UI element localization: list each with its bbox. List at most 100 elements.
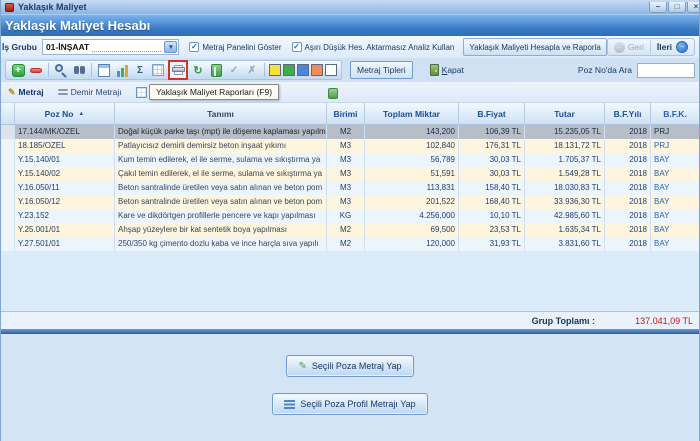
cell-poz[interactable]: Y.16.050/11 [15,181,115,195]
cell-tutar[interactable]: 15.235,05 TL [525,125,605,139]
cell-tanim[interactable]: 250/350 kg çimento dozlu kaba ve ince ha… [115,237,327,251]
cell-poz[interactable]: 17.144/MK/OZEL [15,125,115,139]
cell-poz[interactable]: Y.16.050/12 [15,195,115,209]
cell-bfiyat[interactable]: 158,40 TL [459,181,525,195]
header-birimi[interactable]: Birimi [327,103,365,125]
color-square-orange[interactable] [311,64,323,76]
cell-miktar[interactable]: 113,831 [365,181,459,195]
cell-tutar[interactable]: 33.936,30 TL [525,195,605,209]
secili-poza-metraj-button[interactable]: ✎ Seçili Poza Metraj Yap [286,355,414,377]
geri-button[interactable]: ← Geri [608,41,650,53]
cell-bfk[interactable]: BAY [651,153,699,167]
cell-tanim[interactable]: Çakıl temin edilerek, el ile serme, sula… [115,167,327,181]
poz-no-search-input[interactable] [637,62,695,78]
header-bfk[interactable]: B.F.K. [651,103,699,125]
cell-yil[interactable]: 2018 [605,209,651,223]
tab-fragment-icon[interactable] [328,88,338,99]
cell-poz[interactable]: Y.15.140/02 [15,167,115,181]
checkbox-check-icon[interactable]: ✓ [291,42,302,52]
cell-bfk[interactable]: BAY [651,237,699,251]
cell-bfiyat[interactable]: 176,31 TL [459,139,525,153]
grid-button[interactable] [150,62,166,78]
header-bfiyat[interactable]: B.Fiyat [459,103,525,125]
refresh-button[interactable]: ↻ [190,62,206,78]
checkbox-check-icon[interactable]: ✓ [189,42,200,52]
cell-bfk[interactable]: PRJ [651,139,699,153]
cell-poz[interactable]: Y.15.140/01 [15,153,115,167]
cell-yil[interactable]: 2018 [605,153,651,167]
cell-miktar[interactable]: 143,200 [365,125,459,139]
combo-dropdown-icon[interactable]: ▾ [164,41,178,53]
cell-bfiyat[interactable]: 30,03 TL [459,153,525,167]
is-grubu-combobox[interactable]: 01-İNŞAAT ▾ [41,39,180,55]
cell-bfiyat[interactable]: 31,93 TL [459,237,525,251]
cell-miktar[interactable]: 201,522 [365,195,459,209]
color-square-white[interactable] [325,64,337,76]
cell-tanim[interactable]: Kum temin edilerek, el ile serme, sulama… [115,153,327,167]
cell-tutar[interactable]: 1.549,28 TL [525,167,605,181]
cell-yil[interactable]: 2018 [605,195,651,209]
chart-button[interactable] [114,62,130,78]
cell-tutar[interactable]: 42.985,60 TL [525,209,605,223]
header-tutar[interactable]: Tutar [525,103,605,125]
cell-poz[interactable]: Y.23.152 [15,209,115,223]
cell-tanim[interactable]: Kare ve dikdörtgen profillerle pencere v… [115,209,327,223]
minimize-icon[interactable]: – [649,1,667,13]
cell-tutar[interactable]: 3.831,60 TL [525,237,605,251]
remove-row-button[interactable] [28,62,44,78]
color-square-yellow[interactable] [269,64,281,76]
cell-birim[interactable]: M3 [327,195,365,209]
cell-tutar[interactable]: 18.131,72 TL [525,139,605,153]
secili-poza-profil-metraji-button[interactable]: Seçili Poza Profil Metrajı Yap [272,393,428,415]
cell-tanim[interactable]: Doğal küçük parke taşı (mpt) ile döşeme … [115,125,327,139]
kapat-button[interactable]: Kapat [423,61,471,79]
header-bf-yili[interactable]: B.F.Yılı [605,103,651,125]
cell-yil[interactable]: 2018 [605,223,651,237]
table-row[interactable]: 18.185/OZEL Patlayıcısız demirli demirsi… [1,139,699,153]
sum-button[interactable]: Σ [132,62,148,78]
cell-miktar[interactable]: 120,000 [365,237,459,251]
cell-birim[interactable]: M3 [327,181,365,195]
preview-button[interactable] [96,62,112,78]
metraj-tipleri-button[interactable]: Metraj Tipleri [350,61,413,79]
cell-poz[interactable]: Y.25.001/01 [15,223,115,237]
cell-yil[interactable]: 2018 [605,181,651,195]
header-toplam-miktar[interactable]: Toplam Miktar [365,103,459,125]
notes-button[interactable] [208,62,224,78]
cell-poz[interactable]: 18.185/OZEL [15,139,115,153]
table-row[interactable]: Y.25.001/01 Ahşap yüzeylere bir kat sent… [1,223,699,237]
cell-birim[interactable]: M2 [327,125,365,139]
header-poz-no[interactable]: Poz No ▲ [15,103,115,125]
table-row-selected[interactable]: 17.144/MK/OZEL Doğal küçük parke taşı (m… [1,125,699,139]
tab-demir-metraji[interactable]: Demir Metrajı [57,87,122,97]
cell-bfk[interactable]: PRJ [651,125,699,139]
cell-birim[interactable]: M3 [327,153,365,167]
apply-button[interactable]: ✓ [226,62,242,78]
cell-bfk[interactable]: BAY [651,209,699,223]
tab-metraj[interactable]: ✎ Metraj [8,87,44,98]
cell-miktar[interactable]: 4.256,000 [365,209,459,223]
add-row-button[interactable]: + [10,62,26,78]
cell-bfk[interactable]: BAY [651,223,699,237]
cell-bfiyat[interactable]: 168,40 TL [459,195,525,209]
cell-tanim[interactable]: Beton santralinde üretilen veya satın al… [115,181,327,195]
cell-bfk[interactable]: BAY [651,181,699,195]
metraj-panel-checkbox[interactable]: ✓ Metraj Panelini Göster [189,42,282,52]
cell-miktar[interactable]: 51,591 [365,167,459,181]
cell-yil[interactable]: 2018 [605,125,651,139]
cell-miktar[interactable]: 69,500 [365,223,459,237]
cell-bfiyat[interactable]: 30,03 TL [459,167,525,181]
ileri-button[interactable]: İleri → [651,41,694,53]
cell-birim[interactable]: M2 [327,223,365,237]
table-row[interactable]: Y.15.140/01 Kum temin edilerek, el ile s… [1,153,699,167]
cell-yil[interactable]: 2018 [605,167,651,181]
cell-tanim[interactable]: Ahşap yüzeylere bir kat sentetik boya ya… [115,223,327,237]
cell-tanim[interactable]: Patlayıcısız demirli demirsiz beton inşa… [115,139,327,153]
cell-miktar[interactable]: 56,789 [365,153,459,167]
hesapla-raporla-button[interactable]: Yaklaşık Maliyeti Hesapla ve Raporla [463,38,607,56]
table-row[interactable]: Y.16.050/12 Beton santralinde üretilen v… [1,195,699,209]
cell-bfk[interactable]: BAY [651,167,699,181]
cell-yil[interactable]: 2018 [605,237,651,251]
cell-miktar[interactable]: 102,840 [365,139,459,153]
cell-tutar[interactable]: 1.635,34 TL [525,223,605,237]
